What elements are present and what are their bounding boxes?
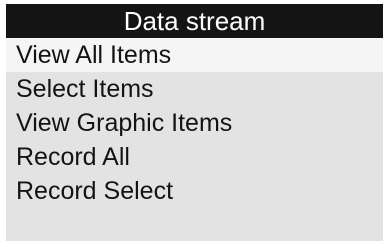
menu-item-view-all-items[interactable]: View All Items: [6, 38, 383, 72]
menu-item-record-all[interactable]: Record All: [6, 140, 383, 174]
screen-title: Data stream: [6, 4, 383, 38]
menu-item-record-select[interactable]: Record Select: [6, 174, 383, 208]
menu-item-select-items[interactable]: Select Items: [6, 72, 383, 106]
menu-list: View All Items Select Items View Graphic…: [6, 38, 383, 208]
device-screen: Data stream View All Items Select Items …: [6, 4, 383, 241]
menu-item-view-graphic-items[interactable]: View Graphic Items: [6, 106, 383, 140]
